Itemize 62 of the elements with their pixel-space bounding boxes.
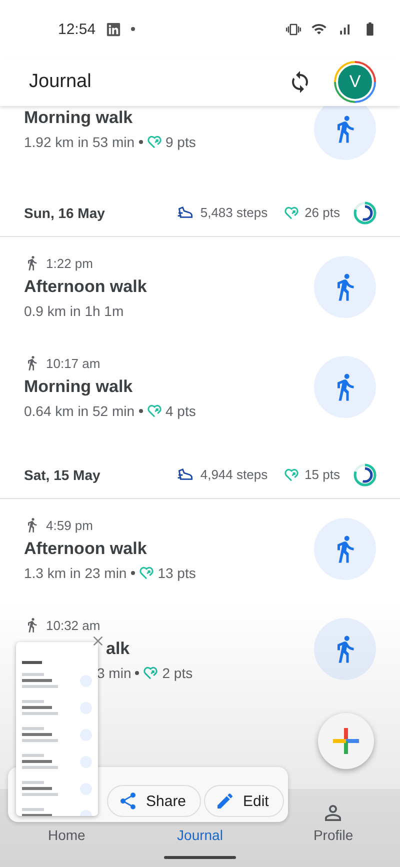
screenshot-thumbnail[interactable] [16,642,98,816]
activity-time: 10:17 am [46,356,100,370]
heart-points-icon [143,666,158,680]
steps-icon [177,468,194,482]
activity-distance: 0.9 km in 1h 1m [24,303,124,319]
separator-dot [138,409,142,413]
pencil-icon [215,791,235,811]
heart-points: 26 pts [304,205,340,220]
heart-points-icon [146,134,162,148]
page-title: Journal [29,71,92,93]
nav-tab[interactable]: Home [48,827,86,843]
activity-title: Afternoon walk [24,539,147,559]
activity-time: 1:22 pm [46,256,93,270]
activity-row[interactable]: 10:17 am Morning walk 0.64 km in 52 min 4 pts [0,337,400,437]
activity-row[interactable]: 4:59 pm Afternoon walk 1.3 km in 23 min 13 pts [0,499,400,599]
vibrate-icon [286,22,301,36]
signal-icon [337,22,352,36]
separator-dot [135,671,140,675]
steps-count: 4,944 steps [200,467,268,482]
linkedin-notification-icon [106,22,121,36]
plus-icon [333,728,359,754]
nav-tab[interactable]: Profile [313,801,354,843]
add-button[interactable] [318,713,374,769]
activity-points: 4 pts [166,403,196,419]
activity-distance: 3 min [97,665,132,681]
activity-row[interactable]: Morning walk 1.92 km in 53 min 9 pts [0,106,400,175]
day-date: Sun, 16 May [24,204,106,220]
gesture-bar [164,856,236,859]
heart-points-icon [284,468,299,482]
goal-ring-icon [352,200,378,226]
nav-tab[interactable]: Journal [177,827,223,843]
activity-points: 9 pts [166,134,196,150]
separator-dot [138,140,142,144]
heart-points-icon [146,404,162,418]
activity-title: alk [106,639,130,659]
activity-title: Afternoon walk [24,277,147,297]
account-avatar[interactable]: V [334,61,376,103]
share-icon [118,791,138,811]
activity-title: Morning walk [24,108,133,128]
steps-icon [177,206,194,220]
share-button[interactable]: Share [107,785,202,817]
activity-time: 10:32 am [46,618,100,632]
activity-time: 4:59 pm [46,518,93,532]
heart-points-icon [138,566,154,580]
steps-count: 5,483 steps [200,205,268,220]
activity-points: 13 pts [158,565,196,581]
activity-row[interactable]: 1:22 pm Afternoon walk 0.9 km in 1h 1m [0,237,400,337]
wifi-icon [311,21,327,37]
activity-title: Morning walk [24,377,133,397]
more-notifications-icon [130,27,135,31]
activity-points: 2 pts [162,665,193,681]
activity-distance: 0.64 km in 52 min [24,403,134,419]
separator-dot [130,571,135,575]
edit-button[interactable]: Edit [204,785,284,817]
activity-distance: 1.92 km in 53 min [24,134,134,150]
heart-points: 15 pts [304,467,340,482]
walking-activity-icon [314,106,376,160]
day-date: Sat, 15 May [24,466,102,482]
goal-ring-icon [352,462,378,488]
activity-distance: 1.3 km in 23 min [24,565,127,581]
clock-time: 12:54 [58,20,96,38]
heart-points-icon [284,206,299,220]
